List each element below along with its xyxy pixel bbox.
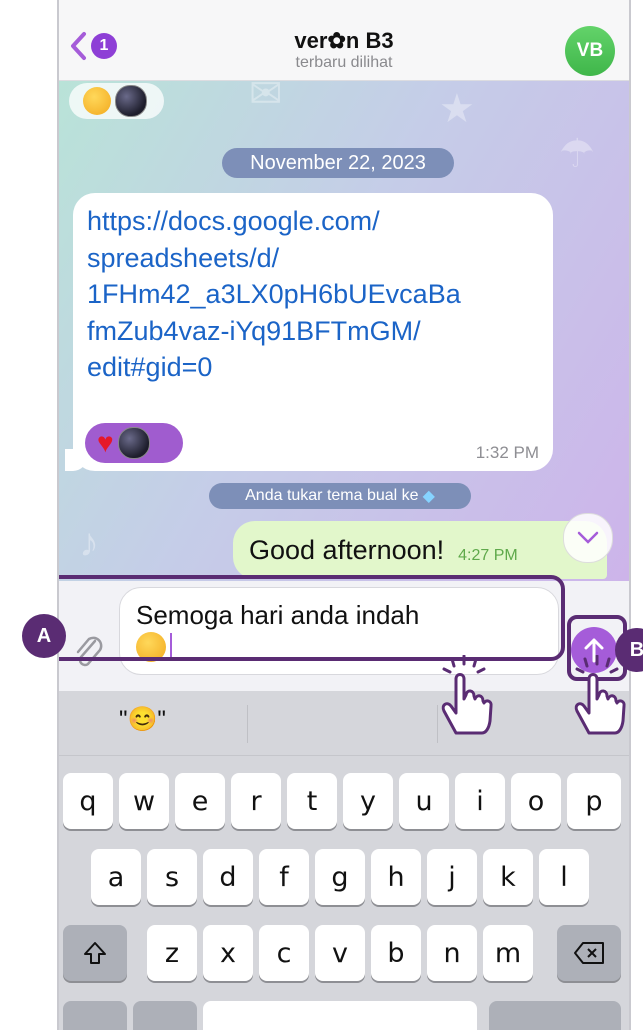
key-e[interactable]: e — [175, 773, 225, 829]
message-link[interactable]: https://docs.google.com/ spreadsheets/d/… — [87, 203, 539, 386]
key-d[interactable]: d — [203, 849, 253, 905]
key-r[interactable]: r — [231, 773, 281, 829]
chat-header: 1 ver✿n B3 terbaru dilihat VB — [59, 0, 629, 81]
key-c[interactable]: c — [259, 925, 309, 981]
chat-title[interactable]: ver✿n B3 — [59, 28, 629, 54]
chevron-down-icon — [577, 531, 599, 544]
message-time: 1:32 PM — [475, 443, 539, 462]
reactor-avatar — [115, 85, 147, 117]
wallpaper-doodle-icon: ♪ — [79, 521, 99, 565]
phone-screen: 1 ver✿n B3 terbaru dilihat VB ✉ ★ ☂ ♪ No… — [57, 0, 631, 1030]
key-k[interactable]: k — [483, 849, 533, 905]
tap-hand-icon — [574, 655, 626, 735]
key-j[interactable]: j — [427, 849, 477, 905]
reaction-pill[interactable]: ♥ — [85, 423, 183, 463]
wallpaper-doodle-icon: ☂ — [559, 132, 595, 176]
suggestion-bar: "😊" — [59, 691, 629, 756]
outgoing-message-time: 4:27 PM — [458, 547, 518, 564]
key-y[interactable]: y — [343, 773, 393, 829]
outgoing-message-text: Good afternoon! — [249, 534, 445, 565]
space-key[interactable] — [203, 1001, 477, 1030]
contact-avatar[interactable]: VB — [565, 26, 615, 76]
key-m[interactable]: m — [483, 925, 533, 981]
chat-area[interactable]: ✉ ★ ☂ ♪ November 22, 2023 https://docs.g… — [59, 81, 629, 581]
reactor-avatar — [117, 427, 150, 459]
heart-icon: ♥ — [97, 427, 114, 458]
key-q[interactable]: q — [63, 773, 113, 829]
incoming-message[interactable]: https://docs.google.com/ spreadsheets/d/… — [65, 193, 553, 471]
annotation-highlight-a — [59, 575, 565, 661]
key-h[interactable]: h — [371, 849, 421, 905]
backspace-icon — [574, 942, 604, 964]
key-z[interactable]: z — [147, 925, 197, 981]
emoji-key[interactable] — [133, 1001, 197, 1030]
suggestion-text: "😊" — [119, 706, 166, 733]
backspace-key[interactable] — [557, 925, 621, 981]
key-a[interactable]: a — [91, 849, 141, 905]
key-p[interactable]: p — [567, 773, 621, 829]
outgoing-message[interactable]: Good afternoon! 4:27 PM — [233, 521, 607, 579]
tap-hand-icon — [441, 655, 493, 735]
system-notice: Anda tukar tema bual ke ◆ — [209, 483, 471, 509]
key-v[interactable]: v — [315, 925, 365, 981]
scroll-to-bottom-button[interactable] — [563, 513, 613, 563]
suggestion-divider — [247, 705, 248, 743]
shift-icon — [84, 942, 106, 964]
suggestion-emoji[interactable]: "😊" — [119, 705, 166, 734]
key-o[interactable]: o — [511, 773, 561, 829]
key-l[interactable]: l — [539, 849, 589, 905]
key-u[interactable]: u — [399, 773, 449, 829]
key-n[interactable]: n — [427, 925, 477, 981]
bubble-tail — [65, 449, 87, 471]
last-seen-status: terbaru dilihat — [295, 54, 393, 71]
wallpaper-doodle-icon: ★ — [439, 87, 475, 131]
system-notice-text: Anda tukar tema bual ke — [245, 487, 419, 504]
numbers-key[interactable] — [63, 1001, 127, 1030]
laughing-emoji-icon — [83, 87, 111, 115]
date-separator: November 22, 2023 — [222, 148, 454, 178]
key-w[interactable]: w — [119, 773, 169, 829]
message-input-bar: Semoga hari anda indah — [59, 575, 629, 691]
keyboard: q w e r t y u i o p a s d f g h j k l z … — [59, 756, 629, 1030]
diamond-icon: ◆ — [422, 488, 435, 505]
key-i[interactable]: i — [455, 773, 505, 829]
key-s[interactable]: s — [147, 849, 197, 905]
key-g[interactable]: g — [315, 849, 365, 905]
key-b[interactable]: b — [371, 925, 421, 981]
reaction-summary[interactable] — [69, 83, 164, 119]
annotation-label-a: A — [22, 614, 66, 658]
key-t[interactable]: t — [287, 773, 337, 829]
wallpaper-doodle-icon: ✉ — [249, 81, 283, 116]
return-key[interactable] — [489, 1001, 621, 1030]
shift-key[interactable] — [63, 925, 127, 981]
key-f[interactable]: f — [259, 849, 309, 905]
key-x[interactable]: x — [203, 925, 253, 981]
